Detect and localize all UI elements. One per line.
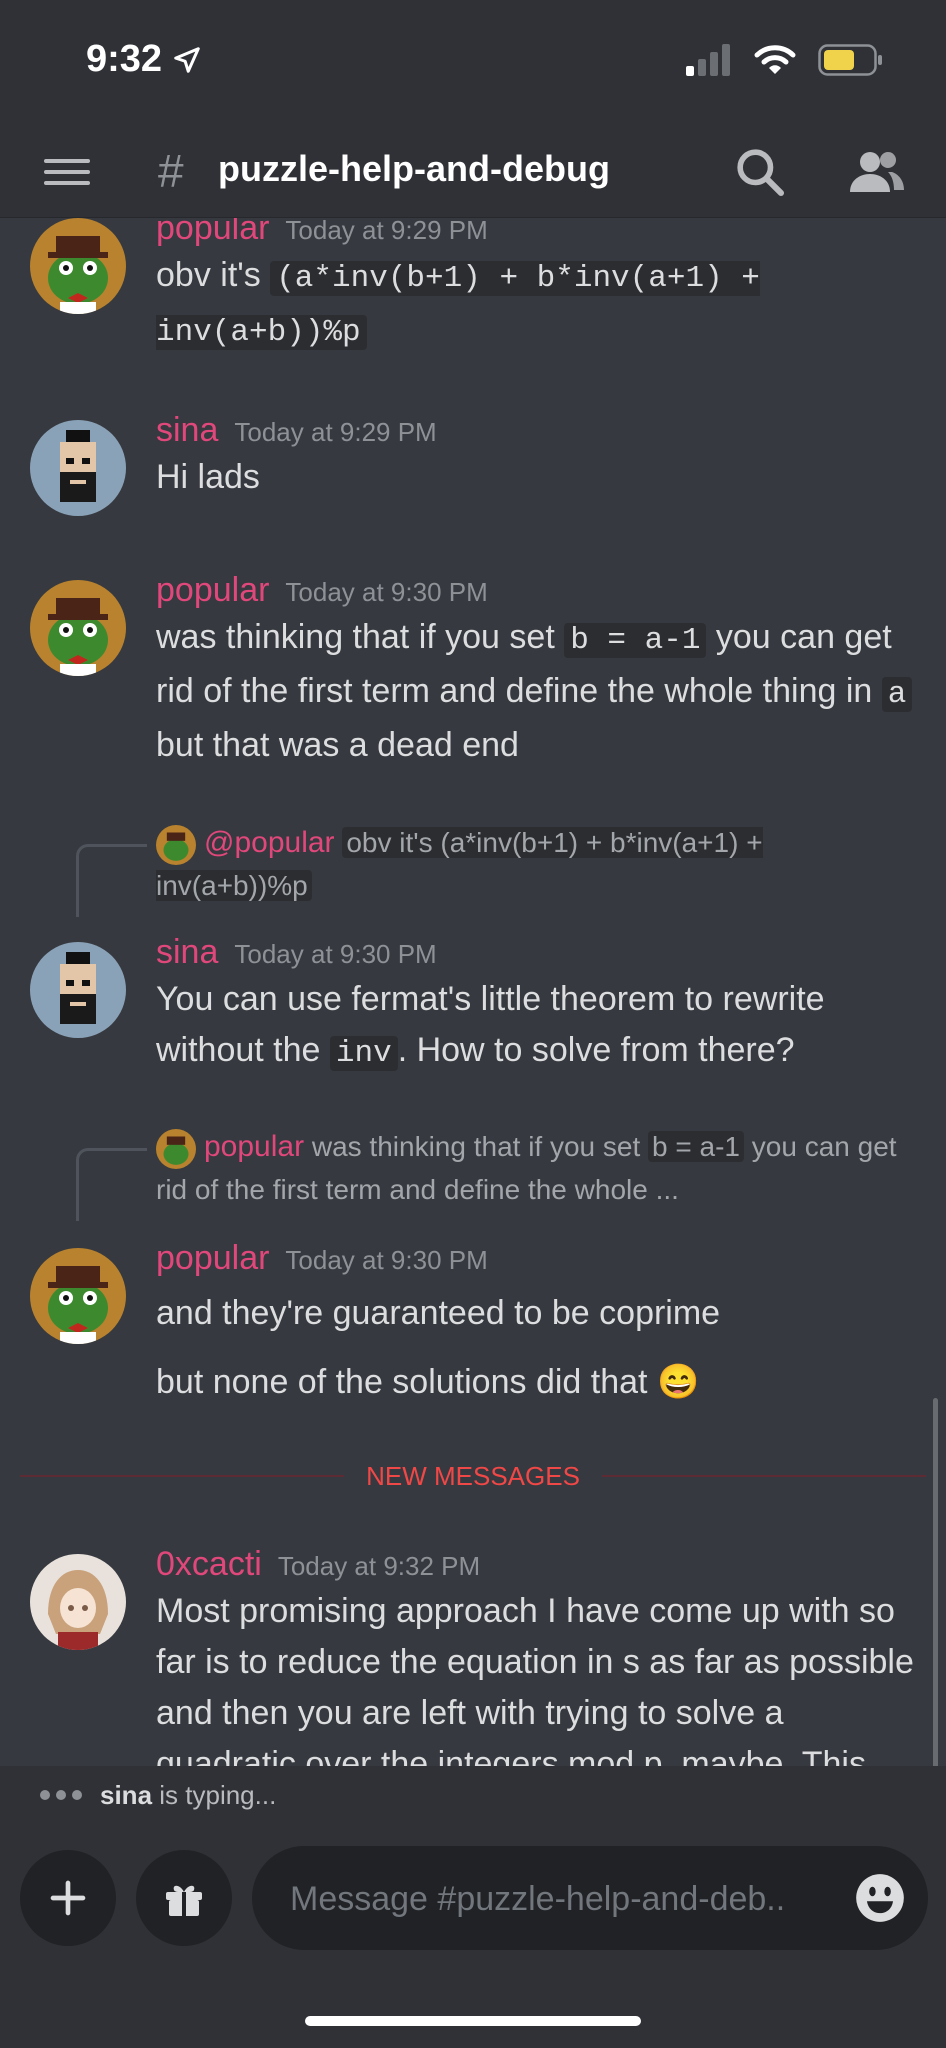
reply-connector [76,844,147,917]
avatar[interactable] [30,420,126,516]
system-icons [686,44,884,76]
typing-indicator: sina is typing... [0,1766,946,1824]
channel-hash-icon: # [158,145,184,197]
inline-code: inv [329,1036,398,1071]
wifi-icon [754,45,796,74]
reply-avatar [156,1128,196,1169]
username[interactable]: sina [156,933,218,971]
message-text: You can use fermat's little theorem to r… [156,980,825,1071]
timestamp: Today at 9:29 PM [285,218,488,245]
scrollbar[interactable] [933,1398,938,1766]
username[interactable]: popular [156,218,269,247]
inline-code: b = a-1 [564,623,707,658]
gift-icon [166,1885,202,1916]
username[interactable]: popular [156,1239,269,1277]
grinning-emoji-icon: 😄 [656,1363,700,1401]
inline-code: a [881,677,913,712]
reply-username[interactable]: @popular [204,826,335,859]
timestamp: Today at 9:32 PM [277,1551,481,1581]
timestamp: Today at 9:30 PM [285,577,488,607]
battery-icon [818,44,882,76]
members-icon[interactable] [846,144,906,200]
timestamp: Today at 9:30 PM [234,939,437,969]
status-bar: 9:32 [0,0,946,130]
reply-connector [76,1148,147,1221]
message-text: and they're guaranteed to be coprime [156,1294,721,1332]
username[interactable]: popular [156,571,269,609]
attach-button[interactable] [20,1850,116,1946]
timestamp: Today at 9:29 PM [234,417,437,447]
message-text: obv it's [156,256,271,294]
typing-dots-icon [40,1790,82,1800]
cellular-signal-icon [686,44,730,76]
gift-button[interactable] [136,1850,232,1946]
message-input[interactable] [288,1846,832,1952]
timestamp: Today at 9:30 PM [285,1245,488,1275]
avatar[interactable] [30,580,126,676]
avatar[interactable] [30,1554,126,1650]
message-text: was thinking that if you set b = a-1 you… [156,612,918,771]
new-messages-label: NEW MESSAGES [366,1460,580,1491]
typing-suffix: is typing... [152,1779,277,1810]
message-text: Most promising approach I have come up w… [156,1592,914,1766]
clock: 9:32 [86,38,202,81]
hamburger-menu-icon[interactable] [44,152,90,194]
avatar[interactable] [30,942,126,1038]
reply-username[interactable]: popular [204,1130,304,1163]
plus-icon [50,1880,86,1916]
channel-header: # puzzle-help-and-debug [0,130,946,218]
message-input-container [252,1846,928,1952]
reply-preview[interactable]: @popular obv it's (a*inv(b+1) + b*inv(a+… [156,822,906,907]
avatar[interactable] [30,218,126,314]
username[interactable]: 0xcacti [156,1545,262,1583]
emoji-picker-icon[interactable] [854,1872,906,1924]
avatar[interactable] [30,1248,126,1344]
reply-preview[interactable]: popular was thinking that if you set b =… [156,1126,906,1211]
typing-user: sina [100,1779,153,1810]
location-arrow-icon [174,46,200,73]
message-text: but none of the solutions did that 😄 [156,1363,700,1401]
message-composer [0,1824,946,2048]
search-icon[interactable] [732,144,788,200]
new-messages-divider: NEW MESSAGES [20,1456,927,1496]
reply-avatar [156,824,196,865]
channel-title[interactable]: puzzle-help-and-debug [218,148,610,190]
home-indicator [305,2016,641,2026]
username[interactable]: sina [156,411,218,449]
clock-time: 9:32 [86,38,163,80]
message-list[interactable]: popular Today at 9:29 PM obv it's (a*inv(… [0,218,946,1766]
message-text: Hi lads [156,458,260,496]
